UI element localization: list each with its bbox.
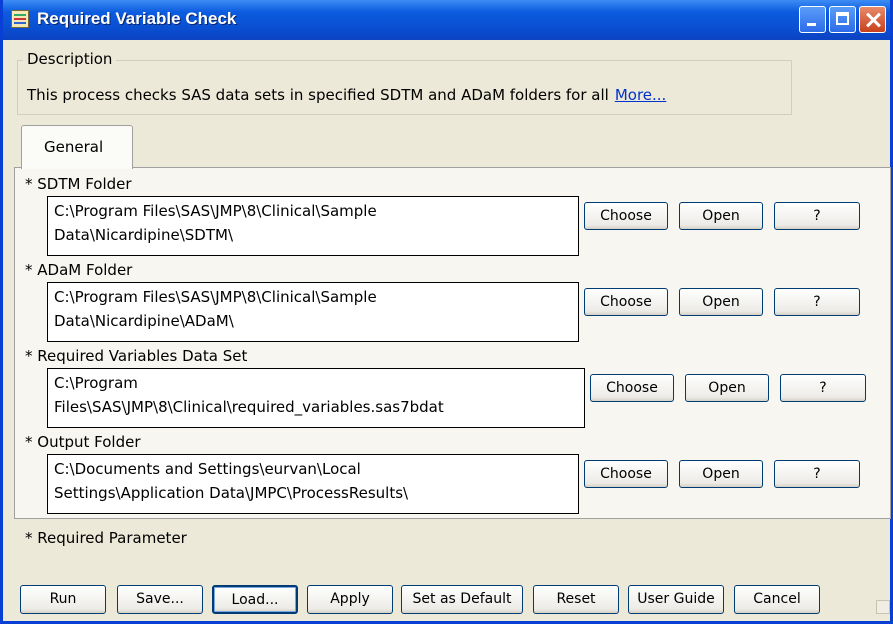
minimize-button[interactable]	[799, 6, 826, 33]
output-choose-button[interactable]: Choose	[584, 460, 668, 488]
required-variables-open-button[interactable]: Open	[685, 374, 769, 402]
description-legend: Description	[23, 50, 117, 68]
dialog-window: Required Variable Check Description This…	[0, 0, 893, 624]
maximize-button[interactable]	[829, 6, 856, 33]
adam-help-button[interactable]: ?	[774, 288, 860, 316]
cancel-button[interactable]: Cancel	[734, 585, 820, 614]
save-button[interactable]: Save...	[117, 585, 203, 614]
output-folder-label: * Output Folder	[25, 433, 141, 451]
description-text: This process checks SAS data sets in spe…	[27, 86, 666, 104]
user-guide-button[interactable]: User Guide	[628, 585, 724, 614]
adam-choose-button[interactable]: Choose	[584, 288, 668, 316]
output-folder-path-line1: C:\Documents and Settings\eurvan\Local	[54, 460, 361, 478]
adam-open-button[interactable]: Open	[679, 288, 763, 316]
adam-folder-path-line2: Data\Nicardipine\ADaM\	[54, 312, 234, 330]
adam-folder-field[interactable]: C:\Program Files\SAS\JMP\8\Clinical\Samp…	[47, 282, 579, 342]
adam-folder-label: * ADaM Folder	[25, 261, 133, 279]
required-variables-choose-button[interactable]: Choose	[590, 374, 674, 402]
resize-grip-icon[interactable]	[876, 600, 890, 614]
sdtm-folder-path-line2: Data\Nicardipine\SDTM\	[54, 226, 233, 244]
required-variables-label: * Required Variables Data Set	[25, 347, 248, 365]
window-title: Required Variable Check	[37, 9, 237, 28]
required-variables-field[interactable]: C:\Program Files\SAS\JMP\8\Clinical\requ…	[47, 368, 585, 428]
sdtm-folder-label: * SDTM Folder	[25, 175, 132, 193]
run-button[interactable]: Run	[20, 585, 106, 614]
output-folder-path-line2: Settings\Application Data\JMPC\ProcessRe…	[54, 484, 409, 502]
output-open-button[interactable]: Open	[679, 460, 763, 488]
more-link[interactable]: More...	[615, 86, 667, 104]
app-icon	[11, 10, 29, 28]
sdtm-folder-path-line1: C:\Program Files\SAS\JMP\8\Clinical\Samp…	[54, 202, 377, 220]
load-button[interactable]: Load...	[212, 585, 298, 614]
sdtm-folder-field[interactable]: C:\Program Files\SAS\JMP\8\Clinical\Samp…	[47, 196, 579, 256]
sdtm-open-button[interactable]: Open	[679, 202, 763, 230]
required-variables-path-line1: C:\Program	[54, 374, 138, 392]
sdtm-choose-button[interactable]: Choose	[584, 202, 668, 230]
required-variables-help-button[interactable]: ?	[780, 374, 866, 402]
set-as-default-button[interactable]: Set as Default	[401, 585, 523, 614]
tab-general[interactable]: General	[21, 125, 133, 169]
output-help-button[interactable]: ?	[774, 460, 860, 488]
description-body: This process checks SAS data sets in spe…	[27, 86, 609, 104]
required-parameter-note: * Required Parameter	[25, 529, 187, 547]
required-variables-path-line2: Files\SAS\JMP\8\Clinical\required_variab…	[54, 398, 444, 416]
reset-button[interactable]: Reset	[533, 585, 619, 614]
sdtm-help-button[interactable]: ?	[774, 202, 860, 230]
tab-general-label: General	[44, 138, 104, 156]
output-folder-field[interactable]: C:\Documents and Settings\eurvan\Local S…	[47, 454, 579, 514]
close-button[interactable]	[859, 6, 886, 33]
title-bar[interactable]: Required Variable Check	[3, 0, 890, 40]
apply-button[interactable]: Apply	[307, 585, 393, 614]
adam-folder-path-line1: C:\Program Files\SAS\JMP\8\Clinical\Samp…	[54, 288, 377, 306]
